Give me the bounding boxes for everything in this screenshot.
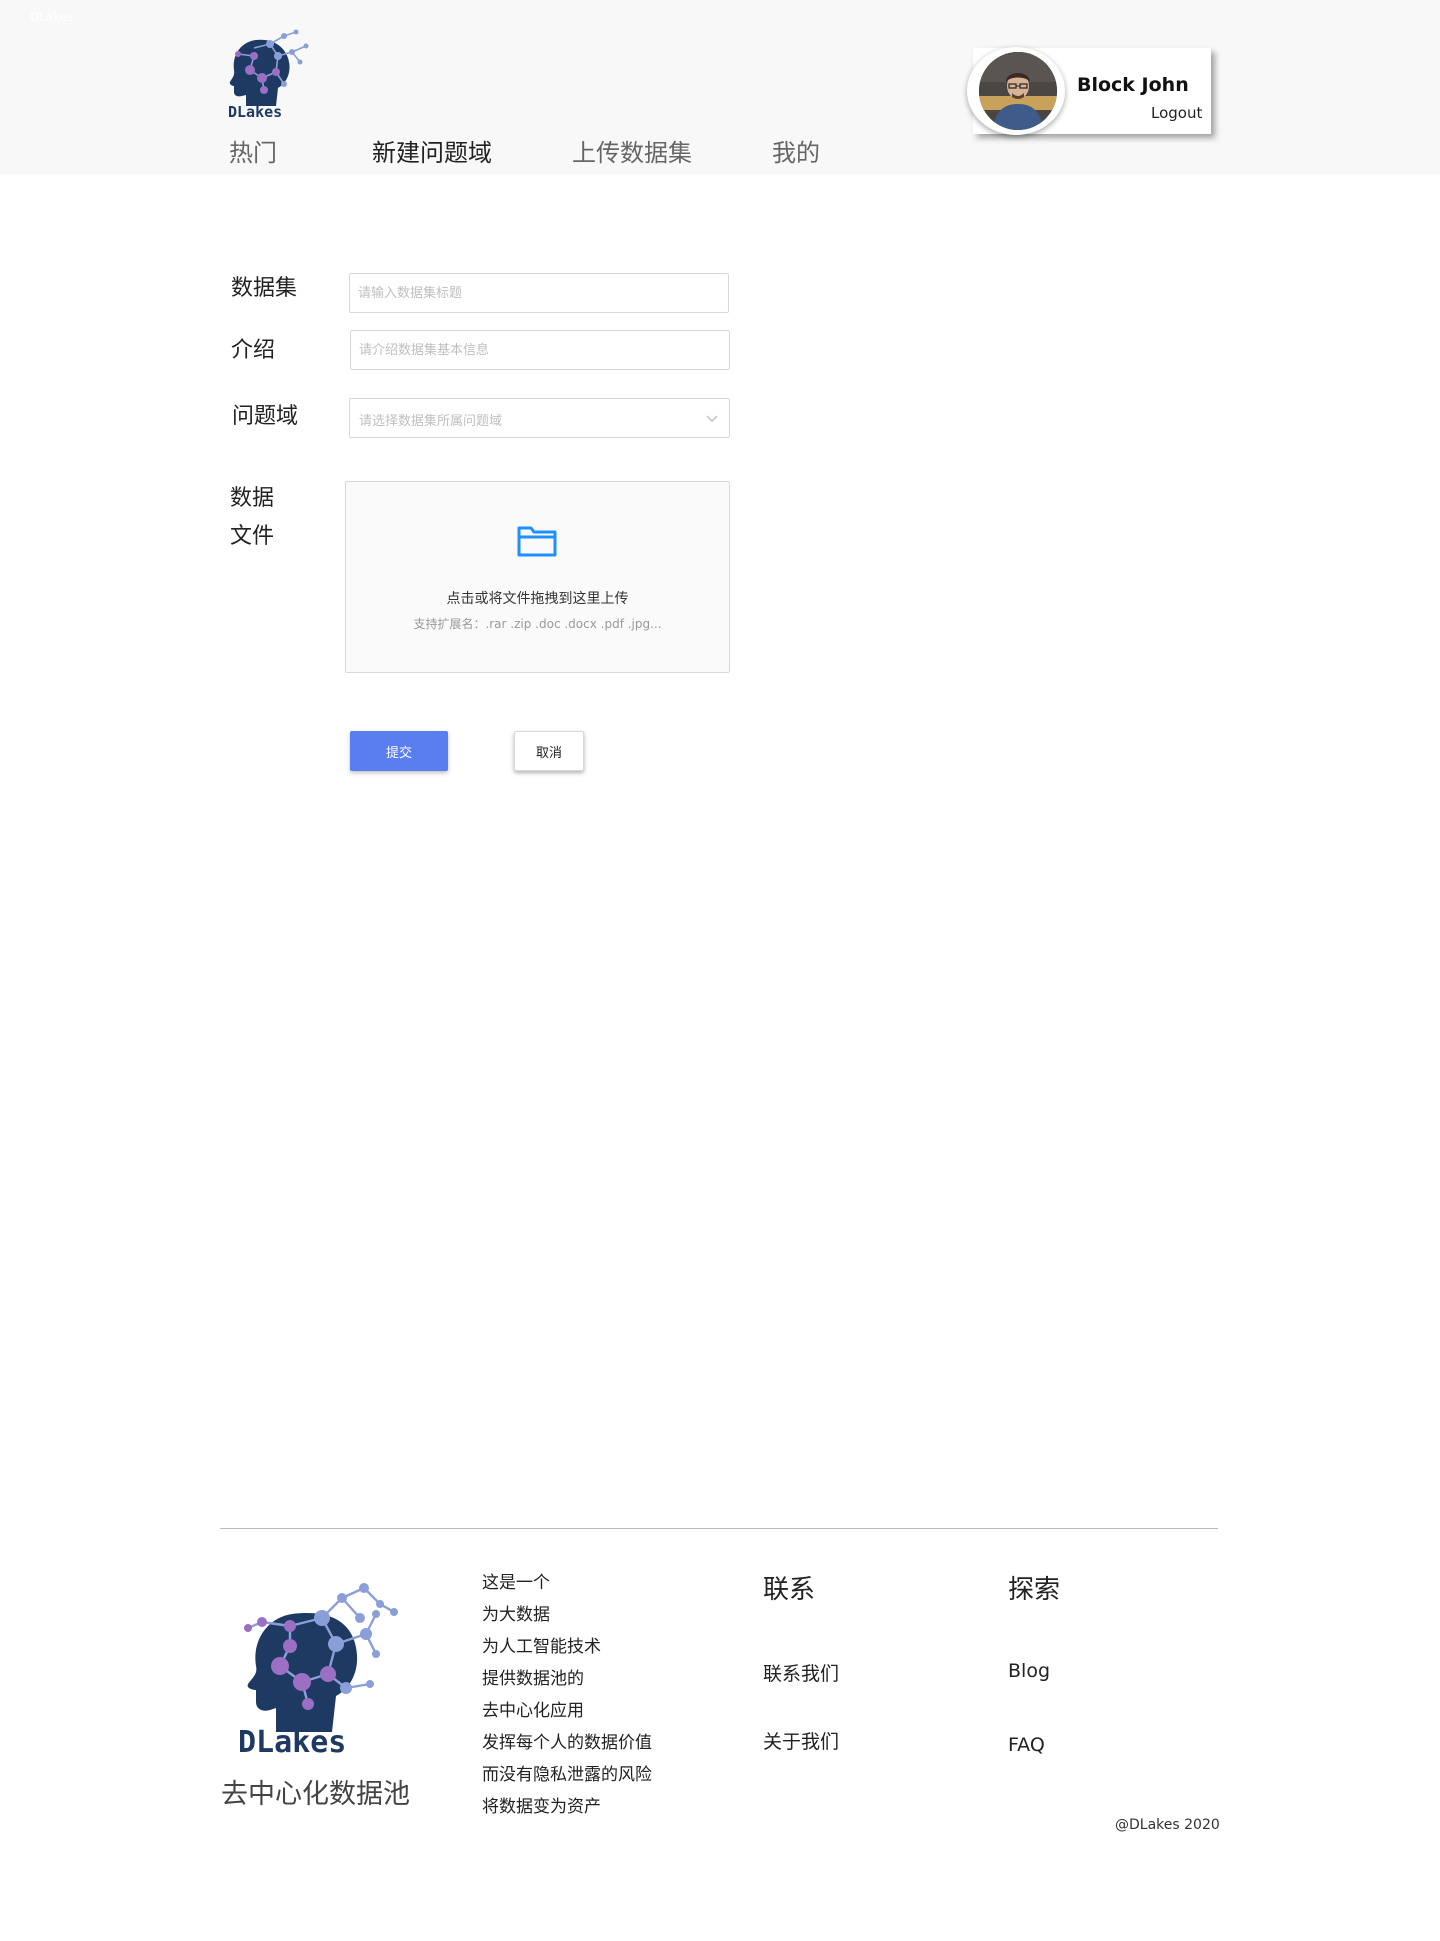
about-line: 去中心化应用 <box>482 1701 584 1721</box>
nav-new-domain[interactable]: 新建问题域 <box>372 138 492 168</box>
about-line: 为人工智能技术 <box>482 1637 601 1657</box>
domain-select-placeholder: 请选择数据集所属问题域 <box>359 414 503 429</box>
footer-slogan: 去中心化数据池 <box>221 1779 410 1810</box>
user-name: Block John <box>1077 74 1189 96</box>
footer-about: 这是一个 为大数据 为人工智能技术 提供数据池的 去中心化应用 发挥每个人的数据… <box>482 1567 652 1823</box>
file-label-line2: 文件 <box>230 524 275 549</box>
explore-title: 探索 <box>1008 1575 1061 1605</box>
file-upload-dropzone[interactable]: 点击或将文件拖拽到这里上传 支持扩展名：.rar .zip .doc .docx… <box>345 481 730 673</box>
submit-button[interactable]: 提交 <box>350 731 448 771</box>
upload-instruction: 点击或将文件拖拽到这里上传 <box>446 591 629 607</box>
header: DLakes DLakes 热门 新建问题域 上传数据集 我的 Block Jo… <box>0 0 1440 174</box>
blog-link[interactable]: Blog <box>1008 1660 1050 1682</box>
footer-logo-text: DLakes <box>238 1725 346 1754</box>
faq-link[interactable]: FAQ <box>1008 1734 1045 1756</box>
footer-divider <box>220 1528 1218 1529</box>
folder-icon <box>517 526 557 557</box>
domain-label: 问题域 <box>232 404 299 429</box>
chevron-down-icon <box>706 415 718 422</box>
domain-select[interactable]: 请选择数据集所属问题域 <box>349 398 730 438</box>
about-line: 这是一个 <box>482 1573 550 1593</box>
logout-link[interactable]: Logout <box>1151 104 1202 122</box>
corner-mark: DLakes <box>30 10 74 24</box>
dlakes-logo[interactable]: DLakes <box>226 26 316 118</box>
about-line: 而没有隐私泄露的风险 <box>482 1765 652 1785</box>
about-line: 发挥每个人的数据价值 <box>482 1733 652 1753</box>
logo-text: DLakes <box>228 103 282 118</box>
about-line: 为大数据 <box>482 1605 550 1625</box>
footer-dlakes-logo: DLakes <box>238 1583 398 1754</box>
upload-extensions-hint: 支持扩展名：.rar .zip .doc .docx .pdf .jpg... <box>413 617 662 631</box>
contact-title: 联系 <box>763 1575 816 1605</box>
file-label: 数据 文件 <box>230 480 274 556</box>
about-line: 将数据变为资产 <box>482 1797 601 1817</box>
about-line: 提供数据池的 <box>482 1669 584 1689</box>
about-us-link[interactable]: 关于我们 <box>763 1727 839 1754</box>
avatar-frame <box>967 47 1067 135</box>
nav-hot[interactable]: 热门 <box>229 138 277 168</box>
file-label-line1: 数据 <box>230 486 275 511</box>
copyright: @DLakes 2020 <box>1115 1817 1220 1833</box>
cancel-button[interactable]: 取消 <box>514 731 584 771</box>
contact-us-link[interactable]: 联系我们 <box>763 1659 839 1686</box>
nav-mine[interactable]: 我的 <box>772 138 820 168</box>
dataset-label: 数据集 <box>231 276 298 301</box>
dataset-title-input[interactable] <box>349 273 729 313</box>
avatar[interactable] <box>979 52 1057 130</box>
nav-upload-dataset[interactable]: 上传数据集 <box>572 138 692 168</box>
intro-input[interactable] <box>350 330 730 370</box>
intro-label: 介绍 <box>231 338 276 363</box>
